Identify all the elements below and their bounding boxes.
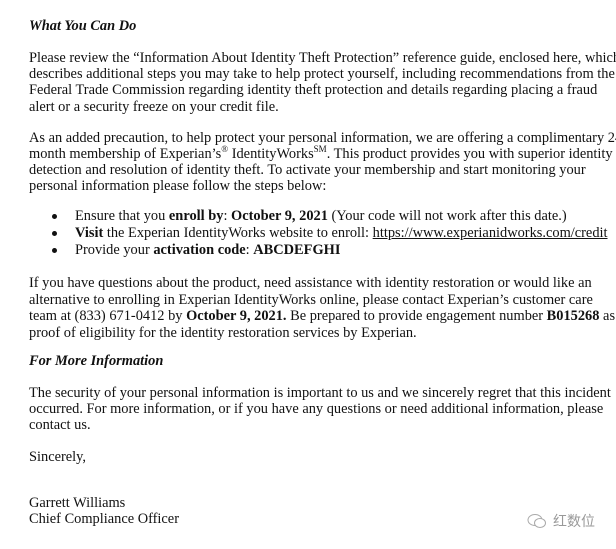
heading-what-you-can-do: What You Can Do xyxy=(29,18,137,34)
text-line: personal information please follow the s… xyxy=(29,178,327,194)
text-line: proof of eligibility for the identity re… xyxy=(29,325,417,341)
watermark-text: 红数位 xyxy=(553,514,595,530)
heading-for-more-information: For More Information xyxy=(29,353,164,369)
text: the Experian IdentityWorks website to en… xyxy=(103,225,373,241)
watermark: 红数位 xyxy=(527,511,595,531)
text-line: month membership of Experian’s® Identity… xyxy=(29,144,613,162)
text: October 9, 2021. xyxy=(186,308,287,324)
enroll-deadline: October 9, 2021 xyxy=(231,208,328,224)
text-line: Federal Trade Commission regarding ident… xyxy=(29,82,598,98)
text-line: detection and resolution of identity the… xyxy=(29,162,586,178)
text: . This product provides you with superio… xyxy=(326,146,613,162)
text-line: If you have questions about the product,… xyxy=(29,275,592,291)
text-line: alternative to enrolling in Experian Ide… xyxy=(29,292,593,308)
text-line: Please review the “Information About Ide… xyxy=(29,50,616,66)
activation-code: ABCDEFGHI xyxy=(253,242,341,258)
text-line: The security of your personal informatio… xyxy=(29,385,611,401)
text: month membership of Experian’s xyxy=(29,146,222,162)
signer-name: Garrett Williams xyxy=(29,495,126,511)
text-line: team at (833) 671-0412 by October 9, 202… xyxy=(29,308,615,324)
engagement-number: B015268 xyxy=(546,308,600,324)
service-mark: SM xyxy=(313,144,327,155)
text: as xyxy=(599,308,616,324)
closing: Sincerely, xyxy=(29,449,87,465)
text: : xyxy=(223,208,232,224)
text: (Your code will not work after this date… xyxy=(327,208,567,224)
wechat-icon xyxy=(527,514,546,528)
bullet-icon xyxy=(52,248,57,253)
list-item: Ensure that you enroll by: October 9, 20… xyxy=(75,208,567,224)
text: team at (833) 671-0412 by xyxy=(29,308,187,324)
text: Ensure that you xyxy=(75,208,169,224)
text: IdentityWorks xyxy=(228,146,314,162)
enroll-link[interactable]: https://www.experianidworks.com/credit xyxy=(373,225,608,241)
bullet-icon xyxy=(52,214,57,219)
text-line: describes additional steps you may take … xyxy=(29,66,615,82)
text-line: alert or a security freeze on your credi… xyxy=(29,99,279,115)
text-line: occurred. For more information, or if yo… xyxy=(29,401,604,417)
text: Provide your xyxy=(75,242,154,258)
text-line: contact us. xyxy=(29,417,91,433)
text: activation code xyxy=(153,242,246,258)
bullet-icon xyxy=(52,231,57,236)
text: enroll by xyxy=(168,208,224,224)
list-item: Visit the Experian IdentityWorks website… xyxy=(75,225,608,241)
text: Be prepared to provide engagement number xyxy=(286,308,547,324)
text: Visit xyxy=(75,225,104,241)
signer-title: Chief Compliance Officer xyxy=(29,511,179,527)
list-item: Provide your activation code: ABCDEFGHI xyxy=(75,242,340,258)
